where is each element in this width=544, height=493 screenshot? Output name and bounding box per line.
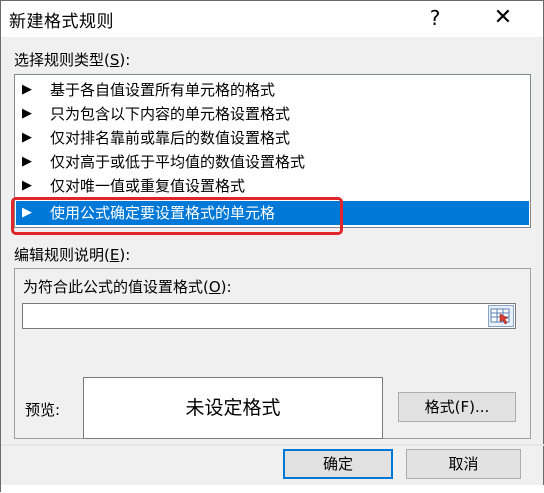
ok-button[interactable]: 确定 (283, 449, 393, 479)
rule-type-label-text: 只为包含以下内容的单元格设置格式 (50, 105, 291, 123)
divider (1, 444, 544, 446)
rule-desc-hotkey: E (109, 246, 120, 264)
list-item[interactable]: ▶ 基于各自值设置所有单元格的格式 (16, 78, 529, 102)
formula-input[interactable] (22, 303, 516, 329)
rule-type-label-text: 仅对高于或低于平均值的数值设置格式 (50, 153, 306, 171)
rule-type-label-text: 仅对排名靠前或靠后的数值设置格式 (50, 129, 291, 147)
rule-type-hotkey: S (109, 51, 120, 69)
dialog-title: 新建格式规则 (9, 12, 114, 32)
triangle-right-icon: ▶ (22, 106, 32, 121)
format-button[interactable]: 格式(F)... (398, 392, 516, 422)
formula-label: 为符合此公式的值设置格式(O): (23, 278, 232, 296)
rule-type-label-text: 基于各自值设置所有单元格的格式 (50, 81, 276, 99)
list-item[interactable]: ▶ 只为包含以下内容的单元格设置格式 (16, 102, 529, 126)
help-icon[interactable]: ? (421, 4, 449, 32)
title-bar: 新建格式规则 ? ✕ (1, 1, 543, 37)
formula-hotkey: O (208, 278, 221, 296)
rule-desc-label: 编辑规则说明(E): (14, 246, 131, 264)
close-icon[interactable]: ✕ (487, 4, 519, 32)
annotation-highlight-box (11, 197, 343, 235)
preview-label: 预览: (25, 401, 61, 419)
new-format-rule-dialog: 新建格式规则 ? ✕ 选择规则类型(S): ▶ 基于各自值设置所有单元格的格式 … (0, 0, 544, 493)
triangle-right-icon: ▶ (22, 178, 32, 193)
preview-box: 未设定格式 (83, 377, 383, 439)
triangle-right-icon: ▶ (22, 130, 32, 145)
list-item[interactable]: ▶ 仅对排名靠前或靠后的数值设置格式 (16, 126, 529, 150)
triangle-right-icon: ▶ (22, 82, 32, 97)
triangle-right-icon: ▶ (22, 154, 32, 169)
list-item[interactable]: ▶ 仅对唯一值或重复值设置格式 (16, 174, 529, 198)
rule-type-label-text: 仅对唯一值或重复值设置格式 (50, 177, 246, 195)
rule-type-label: 选择规则类型(S): (14, 51, 131, 69)
range-select-icon[interactable] (488, 305, 514, 327)
cancel-button[interactable]: 取消 (406, 449, 521, 479)
list-item[interactable]: ▶ 仅对高于或低于平均值的数值设置格式 (16, 150, 529, 174)
